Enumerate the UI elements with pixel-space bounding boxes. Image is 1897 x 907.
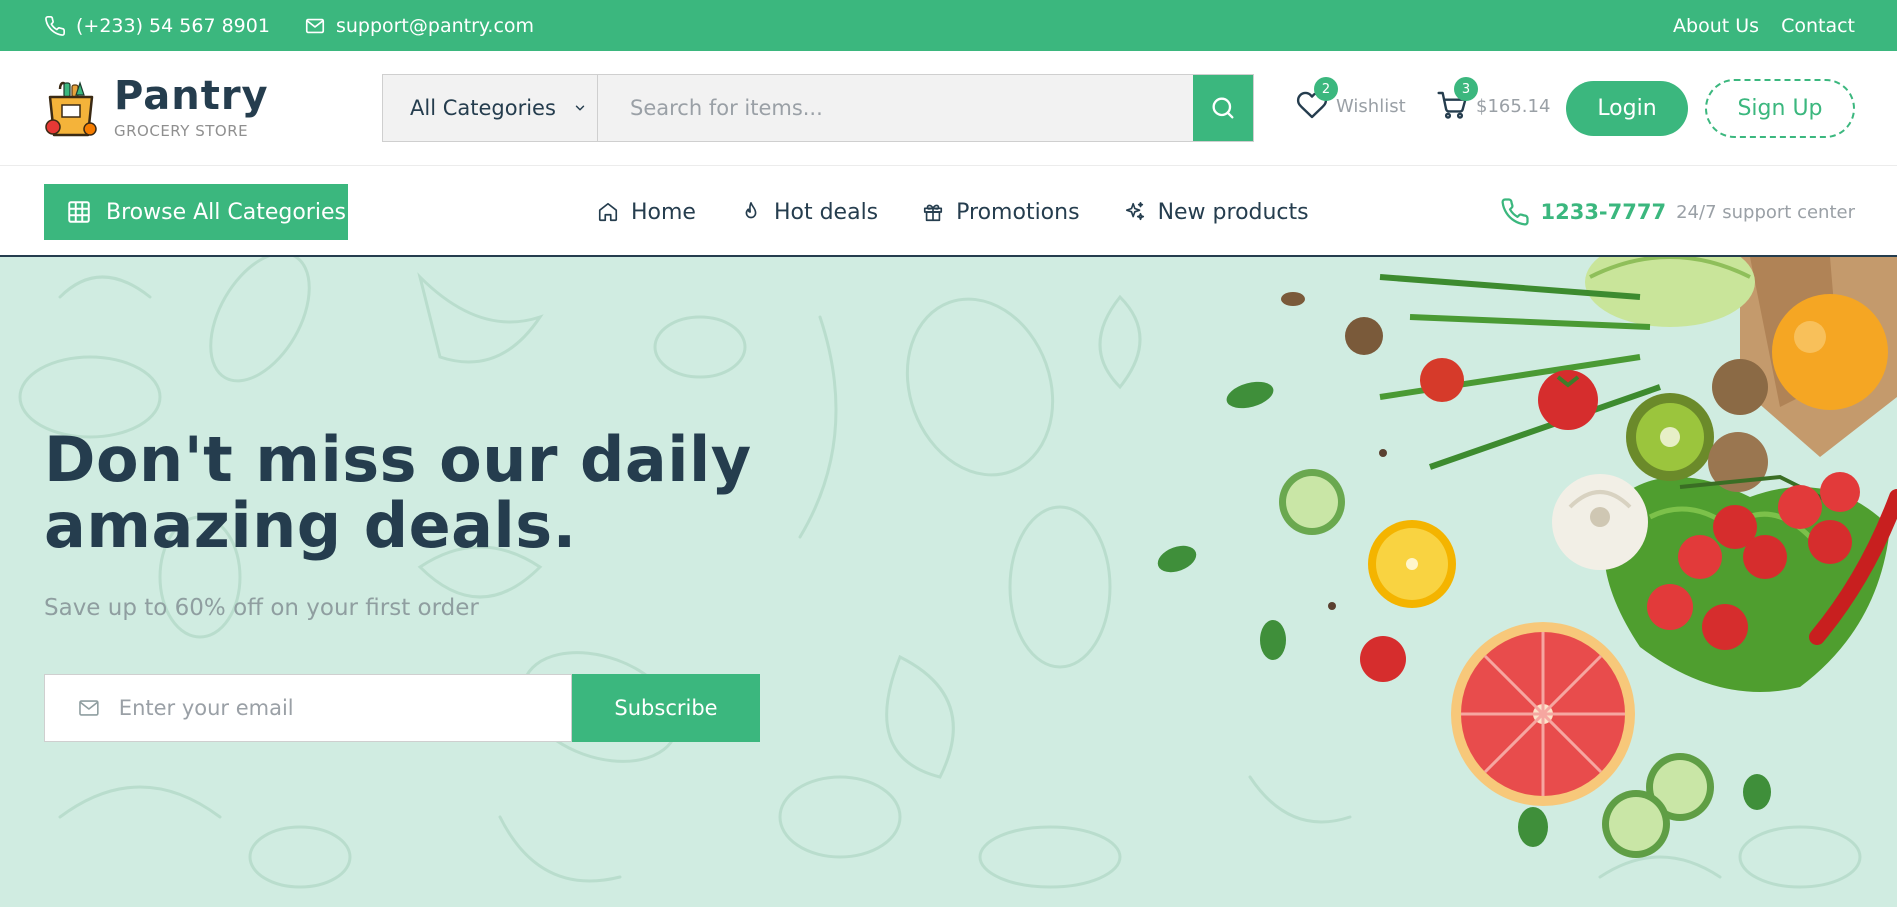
home-icon (598, 202, 618, 222)
fresh-produce-image (1157, 257, 1897, 858)
search-field (598, 75, 1193, 141)
support-text: 24/7 support center (1676, 201, 1855, 223)
site-header: Pantry GROCERY STORE All Categories 2 Wi… (0, 51, 1897, 166)
support-number: 1233-7777 (1540, 200, 1667, 224)
flame-icon (745, 202, 757, 219)
nav-item-new-products-label: New products (1157, 199, 1309, 225)
sparkle-icon (1125, 202, 1144, 221)
cart-count-badge: 3 (1454, 77, 1478, 101)
phone-icon (45, 15, 65, 36)
top-bar-contact: (+233) 54 567 8901 support@pantry.com (44, 0, 534, 51)
search-input[interactable] (630, 96, 1193, 120)
login-button[interactable]: Login (1566, 81, 1688, 136)
newsletter-form: Subscribe (44, 674, 760, 742)
about-us-link[interactable]: About Us (1673, 15, 1759, 37)
wishlist-label: Wishlist (1336, 95, 1406, 117)
mail-icon (305, 18, 325, 33)
browse-categories-button[interactable]: Browse All Categories (44, 184, 348, 240)
support-contact[interactable]: 1233-7777 24/7 support center (1500, 167, 1855, 257)
nav-item-promotions[interactable]: Promotions (922, 199, 1080, 225)
hero-headline: Don't miss our daily amazing deals. (44, 423, 752, 562)
nav-item-hot-deals-label: Hot deals (773, 199, 879, 225)
subscribe-button[interactable]: Subscribe (572, 674, 760, 742)
signup-button[interactable]: Sign Up (1705, 79, 1855, 138)
category-select[interactable]: All Categories (383, 75, 598, 141)
nav-item-home-label: Home (631, 199, 696, 225)
top-bar: (+233) 54 567 8901 support@pantry.com Ab… (0, 0, 1897, 51)
logo-text: Pantry GROCERY STORE (114, 76, 269, 140)
category-select-value: All Categories (410, 96, 556, 120)
hero-banner: Don't miss our daily amazing deals. Save… (0, 257, 1897, 907)
top-bar-email[interactable]: support@pantry.com (304, 15, 534, 37)
cart-amount: $165.14 (1476, 95, 1551, 117)
search-icon (1212, 97, 1234, 119)
contact-link[interactable]: Contact (1781, 15, 1855, 37)
newsletter-field (44, 674, 572, 742)
grocery-bag-logo-icon (45, 81, 97, 137)
search-button[interactable] (1193, 75, 1253, 141)
top-bar-email-text: support@pantry.com (335, 14, 535, 37)
cart-icon-wrap: 3 (1436, 77, 1478, 123)
nav-item-new-products[interactable]: New products (1124, 200, 1309, 225)
gift-icon (924, 204, 943, 222)
wishlist-icon-wrap: 2 (1296, 77, 1338, 123)
top-bar-phone-text: (+233) 54 567 8901 (76, 14, 270, 37)
nav-item-promotions-label: Promotions (956, 199, 1080, 225)
nav-item-home[interactable]: Home (597, 200, 696, 225)
brand-tagline: GROCERY STORE (114, 122, 249, 140)
nav-menu: Home Hot deals Promotions New products (597, 167, 1309, 257)
top-bar-links: About Us Contact (1673, 0, 1855, 51)
hero-subtitle: Save up to 60% off on your first order (44, 595, 479, 621)
logo[interactable]: Pantry GROCERY STORE (44, 76, 269, 140)
envelope-icon (79, 700, 99, 716)
grid-icon (68, 201, 90, 223)
browse-categories-label: Browse All Categories (106, 199, 346, 225)
newsletter-email-input[interactable] (118, 696, 571, 720)
brand-name: Pantry (114, 73, 269, 119)
wishlist-count-badge: 2 (1314, 77, 1338, 101)
wishlist-link[interactable]: 2 Wishlist (1296, 77, 1406, 123)
search-bar: All Categories (382, 74, 1254, 142)
support-phone-icon (1501, 198, 1530, 226)
cart-link[interactable]: 3 $165.14 (1436, 77, 1551, 123)
main-nav: Browse All Categories Home Hot deals Pro… (0, 167, 1897, 257)
nav-item-hot-deals[interactable]: Hot deals (740, 200, 878, 225)
chevron-down-icon (575, 105, 585, 111)
top-bar-phone[interactable]: (+233) 54 567 8901 (44, 15, 270, 37)
